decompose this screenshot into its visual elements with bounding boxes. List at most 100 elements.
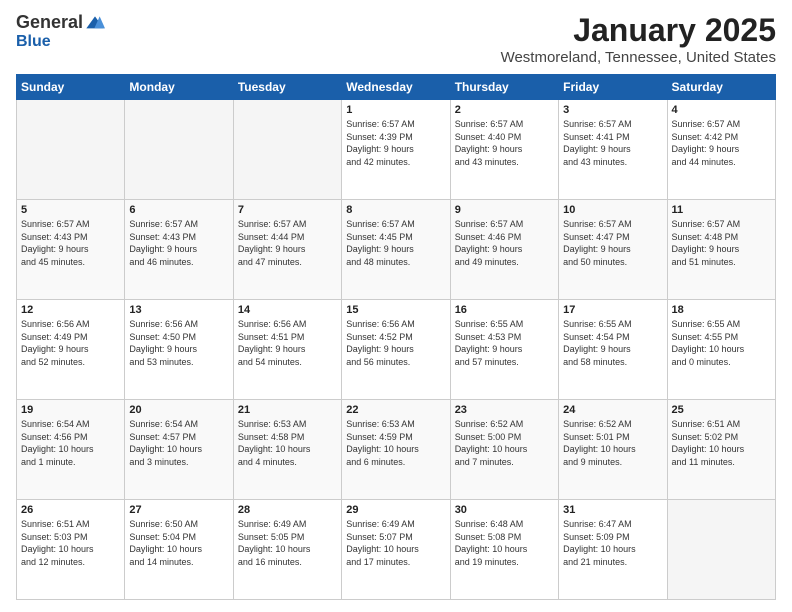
calendar-cell-w4-d5: 31 Sunrise: 6:47 AM Sunset: 5:09 PM Dayli… — [559, 500, 667, 600]
day-number-27: 27 — [129, 504, 228, 516]
calendar-cell-w3-d5: 24Sunrise: 6:52 AM Sunset: 5:01 PM Dayli… — [559, 400, 667, 500]
day-number-23: 23 — [455, 404, 554, 416]
calendar-title: January 2025 — [501, 12, 776, 49]
day-info-12: Sunrise: 6:56 AM Sunset: 4:49 PM Dayligh… — [21, 318, 120, 368]
day-info-10: Sunrise: 6:57 AM Sunset: 4:47 PM Dayligh… — [563, 218, 662, 268]
week-row-2: 12Sunrise: 6:56 AM Sunset: 4:49 PM Dayli… — [17, 300, 776, 400]
day-number-25: 25 — [672, 404, 771, 416]
day-info-31: Sunrise: 6:47 AM Sunset: 5:09 PM Dayligh… — [563, 518, 662, 568]
week-row-1: 5 Sunrise: 6:57 AM Sunset: 4:43 PM Daylig… — [17, 200, 776, 300]
calendar-cell-w0-d3: 1 Sunrise: 6:57 AM Sunset: 4:39 PM Daylig… — [342, 100, 450, 200]
calendar-cell-w3-d4: 23Sunrise: 6:52 AM Sunset: 5:00 PM Dayli… — [450, 400, 558, 500]
day-info-21: Sunrise: 6:53 AM Sunset: 4:58 PM Dayligh… — [238, 418, 337, 468]
day-info-28: Sunrise: 6:49 AM Sunset: 5:05 PM Dayligh… — [238, 518, 337, 568]
calendar-cell-w0-d5: 3 Sunrise: 6:57 AM Sunset: 4:41 PM Daylig… — [559, 100, 667, 200]
header-thursday: Thursday — [450, 75, 558, 100]
page: General Blue January 2025 Westmoreland, … — [0, 0, 792, 612]
calendar-cell-w1-d2: 7Sunrise: 6:57 AM Sunset: 4:44 PM Daylig… — [233, 200, 341, 300]
day-number-9: 9 — [455, 204, 554, 216]
calendar-cell-w4-d4: 30 Sunrise: 6:48 AM Sunset: 5:08 PM Dayli… — [450, 500, 558, 600]
header-sunday: Sunday — [17, 75, 125, 100]
day-info-2: Sunrise: 6:57 AM Sunset: 4:40 PM Dayligh… — [455, 118, 554, 168]
day-number-14: 14 — [238, 304, 337, 316]
day-number-19: 19 — [21, 404, 120, 416]
day-number-22: 22 — [346, 404, 445, 416]
calendar-cell-w0-d6: 4 Sunrise: 6:57 AM Sunset: 4:42 PM Daylig… — [667, 100, 775, 200]
header-monday: Monday — [125, 75, 233, 100]
day-info-3: Sunrise: 6:57 AM Sunset: 4:41 PM Dayligh… — [563, 118, 662, 168]
calendar-cell-w3-d6: 25 Sunrise: 6:51 AM Sunset: 5:02 PM Dayli… — [667, 400, 775, 500]
day-number-3: 3 — [563, 104, 662, 116]
day-number-10: 10 — [563, 204, 662, 216]
day-info-16: Sunrise: 6:55 AM Sunset: 4:53 PM Dayligh… — [455, 318, 554, 368]
day-number-30: 30 — [455, 504, 554, 516]
day-info-9: Sunrise: 6:57 AM Sunset: 4:46 PM Dayligh… — [455, 218, 554, 268]
calendar-subtitle: Westmoreland, Tennessee, United States — [501, 49, 776, 66]
calendar-cell-w4-d2: 28 Sunrise: 6:49 AM Sunset: 5:05 PM Dayli… — [233, 500, 341, 600]
calendar-cell-w0-d4: 2 Sunrise: 6:57 AM Sunset: 4:40 PM Daylig… — [450, 100, 558, 200]
calendar-cell-w2-d2: 14Sunrise: 6:56 AM Sunset: 4:51 PM Dayli… — [233, 300, 341, 400]
day-info-25: Sunrise: 6:51 AM Sunset: 5:02 PM Dayligh… — [672, 418, 771, 468]
weekday-header-row: Sunday Monday Tuesday Wednesday Thursday… — [17, 75, 776, 100]
day-info-22: Sunrise: 6:53 AM Sunset: 4:59 PM Dayligh… — [346, 418, 445, 468]
calendar-cell-w4-d6 — [667, 500, 775, 600]
day-number-15: 15 — [346, 304, 445, 316]
calendar-cell-w1-d3: 8 Sunrise: 6:57 AM Sunset: 4:45 PM Daylig… — [342, 200, 450, 300]
day-info-1: Sunrise: 6:57 AM Sunset: 4:39 PM Dayligh… — [346, 118, 445, 168]
logo-blue-text: Blue — [16, 33, 51, 51]
day-info-13: Sunrise: 6:56 AM Sunset: 4:50 PM Dayligh… — [129, 318, 228, 368]
day-number-24: 24 — [563, 404, 662, 416]
day-info-8: Sunrise: 6:57 AM Sunset: 4:45 PM Dayligh… — [346, 218, 445, 268]
calendar-cell-w1-d4: 9 Sunrise: 6:57 AM Sunset: 4:46 PM Daylig… — [450, 200, 558, 300]
day-number-28: 28 — [238, 504, 337, 516]
day-info-11: Sunrise: 6:57 AM Sunset: 4:48 PM Dayligh… — [672, 218, 771, 268]
logo-text: General — [16, 12, 105, 33]
week-row-3: 19 Sunrise: 6:54 AM Sunset: 4:56 PM Dayli… — [17, 400, 776, 500]
day-info-26: Sunrise: 6:51 AM Sunset: 5:03 PM Dayligh… — [21, 518, 120, 568]
calendar-cell-w4-d0: 26 Sunrise: 6:51 AM Sunset: 5:03 PM Dayli… — [17, 500, 125, 600]
calendar-cell-w2-d3: 15Sunrise: 6:56 AM Sunset: 4:52 PM Dayli… — [342, 300, 450, 400]
day-info-27: Sunrise: 6:50 AM Sunset: 5:04 PM Dayligh… — [129, 518, 228, 568]
day-number-20: 20 — [129, 404, 228, 416]
logo-blue: Blue — [16, 33, 51, 50]
day-number-7: 7 — [238, 204, 337, 216]
calendar-cell-w4-d3: 29 Sunrise: 6:49 AM Sunset: 5:07 PM Dayli… — [342, 500, 450, 600]
logo: General Blue — [16, 12, 105, 51]
calendar-cell-w1-d0: 5Sunrise: 6:57 AM Sunset: 4:43 PM Daylig… — [17, 200, 125, 300]
header-wednesday: Wednesday — [342, 75, 450, 100]
calendar-cell-w2-d0: 12Sunrise: 6:56 AM Sunset: 4:49 PM Dayli… — [17, 300, 125, 400]
day-number-6: 6 — [129, 204, 228, 216]
day-number-1: 1 — [346, 104, 445, 116]
day-number-5: 5 — [21, 204, 120, 216]
day-info-17: Sunrise: 6:55 AM Sunset: 4:54 PM Dayligh… — [563, 318, 662, 368]
calendar-cell-w0-d1 — [125, 100, 233, 200]
calendar-cell-w3-d1: 20 Sunrise: 6:54 AM Sunset: 4:57 PM Dayli… — [125, 400, 233, 500]
day-info-4: Sunrise: 6:57 AM Sunset: 4:42 PM Dayligh… — [672, 118, 771, 168]
calendar-cell-w1-d6: 11 Sunrise: 6:57 AM Sunset: 4:48 PM Dayli… — [667, 200, 775, 300]
header-saturday: Saturday — [667, 75, 775, 100]
header-friday: Friday — [559, 75, 667, 100]
calendar-cell-w4-d1: 27 Sunrise: 6:50 AM Sunset: 5:04 PM Dayli… — [125, 500, 233, 600]
calendar-cell-w1-d1: 6 Sunrise: 6:57 AM Sunset: 4:43 PM Daylig… — [125, 200, 233, 300]
day-info-6: Sunrise: 6:57 AM Sunset: 4:43 PM Dayligh… — [129, 218, 228, 268]
calendar-cell-w3-d0: 19 Sunrise: 6:54 AM Sunset: 4:56 PM Dayli… — [17, 400, 125, 500]
calendar-cell-w2-d1: 13Sunrise: 6:56 AM Sunset: 4:50 PM Dayli… — [125, 300, 233, 400]
day-info-30: Sunrise: 6:48 AM Sunset: 5:08 PM Dayligh… — [455, 518, 554, 568]
day-number-26: 26 — [21, 504, 120, 516]
day-info-18: Sunrise: 6:55 AM Sunset: 4:55 PM Dayligh… — [672, 318, 771, 368]
day-number-11: 11 — [672, 204, 771, 216]
day-number-29: 29 — [346, 504, 445, 516]
day-info-29: Sunrise: 6:49 AM Sunset: 5:07 PM Dayligh… — [346, 518, 445, 568]
day-info-20: Sunrise: 6:54 AM Sunset: 4:57 PM Dayligh… — [129, 418, 228, 468]
calendar-cell-w1-d5: 10 Sunrise: 6:57 AM Sunset: 4:47 PM Dayli… — [559, 200, 667, 300]
day-number-2: 2 — [455, 104, 554, 116]
calendar-cell-w0-d2 — [233, 100, 341, 200]
day-number-8: 8 — [346, 204, 445, 216]
day-number-4: 4 — [672, 104, 771, 116]
calendar-cell-w2-d6: 18Sunrise: 6:55 AM Sunset: 4:55 PM Dayli… — [667, 300, 775, 400]
week-row-0: 1 Sunrise: 6:57 AM Sunset: 4:39 PM Daylig… — [17, 100, 776, 200]
day-info-19: Sunrise: 6:54 AM Sunset: 4:56 PM Dayligh… — [21, 418, 120, 468]
calendar-cell-w2-d5: 17Sunrise: 6:55 AM Sunset: 4:54 PM Dayli… — [559, 300, 667, 400]
header-tuesday: Tuesday — [233, 75, 341, 100]
day-number-31: 31 — [563, 504, 662, 516]
